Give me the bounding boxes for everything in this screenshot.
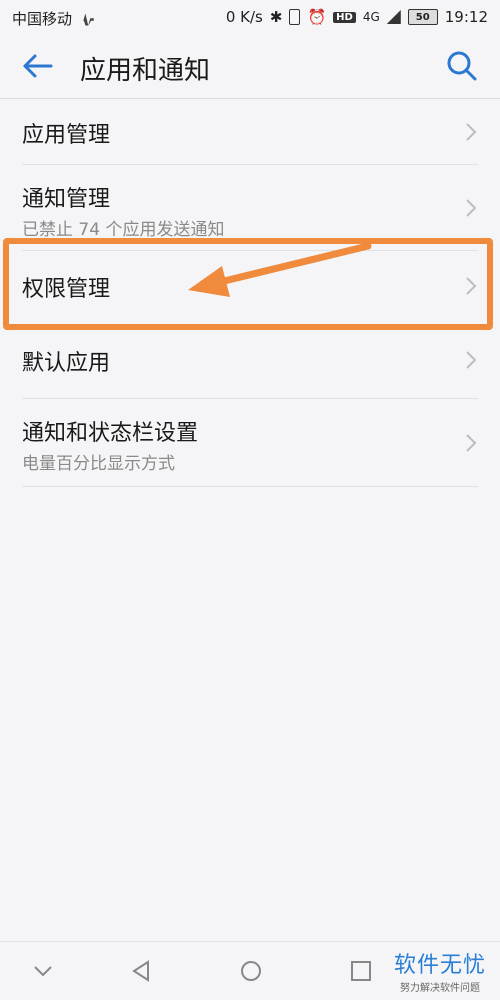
triangle-back-icon bbox=[132, 960, 149, 982]
highlight-box bbox=[3, 238, 493, 330]
vibrate-icon bbox=[289, 9, 301, 25]
chevron-right-icon bbox=[466, 351, 477, 369]
search-icon bbox=[447, 51, 477, 81]
page-title: 应用和通知 bbox=[80, 56, 211, 86]
activity-icon bbox=[79, 13, 94, 26]
chevron-down-icon bbox=[34, 966, 52, 977]
recents-nav-button[interactable] bbox=[346, 956, 376, 986]
app-bar: 应用和通知 bbox=[0, 34, 500, 98]
chevron-right-icon bbox=[466, 123, 477, 141]
list-item-default-apps[interactable]: 默认应用 bbox=[0, 327, 500, 399]
list-item-label: 通知和状态栏设置 bbox=[22, 421, 199, 446]
hide-nav-button[interactable] bbox=[28, 956, 58, 986]
list-item-notification-statusbar-settings[interactable]: 通知和状态栏设置 电量百分比显示方式 bbox=[0, 399, 500, 487]
circle-home-icon bbox=[241, 961, 261, 981]
network-speed: 0 K/s bbox=[225, 8, 263, 26]
chevron-right-icon bbox=[466, 434, 477, 452]
list-item-subtitle: 已禁止 74 个应用发送通知 bbox=[22, 220, 225, 240]
signal-icon bbox=[386, 10, 401, 24]
battery-icon: 50 bbox=[407, 9, 438, 25]
back-nav-button[interactable] bbox=[126, 956, 156, 986]
list-item-subtitle: 电量百分比显示方式 bbox=[22, 454, 175, 474]
hd-badge: HD bbox=[333, 11, 356, 23]
list-item-label: 默认应用 bbox=[22, 351, 111, 376]
arrow-left-icon bbox=[23, 54, 53, 78]
back-button[interactable] bbox=[18, 46, 58, 86]
clock: 19:12 bbox=[444, 8, 488, 26]
status-bar: 中国移动 0 K/s ✱ ⏰ HD 4G 50 19:12 bbox=[0, 0, 500, 34]
carrier-label: 中国移动 bbox=[12, 10, 73, 28]
home-nav-button[interactable] bbox=[236, 956, 266, 986]
watermark-subtitle: 努力解决软件问题 bbox=[399, 983, 480, 994]
watermark-title: 软件无忧 bbox=[393, 953, 486, 978]
watermark-logo: 软件无忧 努力解决软件问题 bbox=[394, 947, 486, 994]
list-item-label: 应用管理 bbox=[22, 123, 111, 148]
bluetooth-icon: ✱ bbox=[269, 8, 283, 26]
list-item-label: 通知管理 bbox=[22, 187, 111, 212]
search-button[interactable] bbox=[444, 48, 480, 84]
status-right: 0 K/s ✱ ⏰ HD 4G 50 19:12 bbox=[226, 8, 488, 26]
separator bbox=[22, 486, 478, 487]
status-left: 中国移动 bbox=[12, 8, 94, 29]
square-recents-icon bbox=[351, 961, 371, 981]
list-item-app-management[interactable]: 应用管理 bbox=[0, 99, 500, 165]
network-type: 4G bbox=[362, 10, 380, 24]
navigation-bar: 软件无忧 努力解决软件问题 bbox=[0, 941, 500, 1000]
alarm-icon: ⏰ bbox=[307, 8, 327, 26]
chevron-right-icon bbox=[466, 199, 477, 217]
